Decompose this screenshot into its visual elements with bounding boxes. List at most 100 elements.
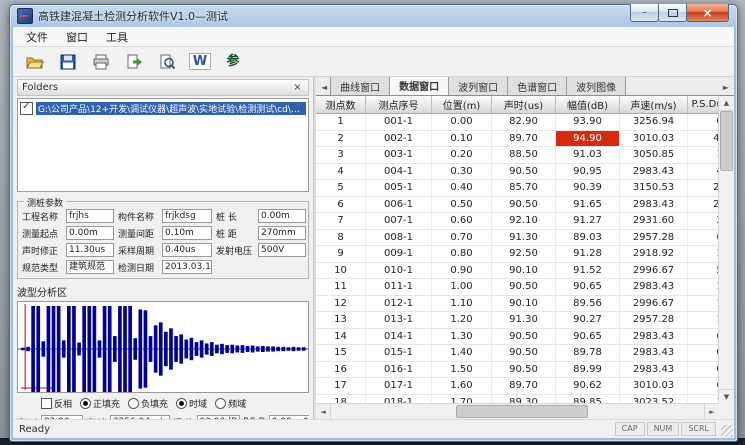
table-cell[interactable]: 011-1	[366, 279, 432, 295]
table-cell[interactable]: 015-1	[366, 345, 432, 361]
tab-1[interactable]: 曲线窗口	[330, 77, 390, 95]
param-value[interactable]: 270mm	[258, 226, 306, 240]
table-row[interactable]: 3003-10.2088.5091.033050.8514.4	[316, 147, 719, 164]
table-cell[interactable]: 90.50	[492, 279, 556, 295]
table-cell[interactable]: 008-1	[366, 230, 432, 246]
close-button[interactable]: ×	[686, 4, 729, 22]
parameters-button[interactable]: 参	[220, 49, 246, 75]
table-cell[interactable]: 25.6	[688, 213, 719, 229]
tab-2[interactable]: 数据窗口	[389, 77, 449, 95]
table-cell[interactable]: 0.70	[432, 230, 492, 246]
column-header[interactable]: 测点序号	[366, 96, 432, 113]
display-control-时域[interactable]: 时域	[176, 397, 207, 410]
table-row[interactable]: 8008-10.7091.3089.032957.286.40	[316, 230, 719, 247]
table-row[interactable]: 16016-11.5090.5089.992983.430.00	[316, 362, 719, 379]
export-button[interactable]	[121, 49, 147, 75]
table-cell[interactable]: 0.60	[432, 213, 492, 229]
table-cell[interactable]: 89.70	[492, 378, 556, 394]
table-cell[interactable]: 6.40	[688, 329, 719, 345]
table-cell[interactable]: 89.56	[556, 296, 620, 312]
panel-close-icon[interactable]: ×	[291, 82, 304, 93]
tree-item-path[interactable]: G:\公司产品\12+开发\调试仪器\超声波\实地试验\检测测试\cd\003\…	[36, 102, 306, 115]
table-cell[interactable]: 2957.28	[620, 230, 688, 246]
table-cell[interactable]: 0.40	[432, 180, 492, 196]
tab-scroll-right-icon[interactable]: ►	[720, 83, 732, 95]
radio-indicator[interactable]	[176, 398, 187, 409]
table-cell[interactable]: 1	[316, 114, 366, 130]
table-cell[interactable]: 3010.03	[620, 131, 688, 147]
table-cell[interactable]: 9	[316, 246, 366, 262]
param-value[interactable]: 0.00m	[66, 226, 114, 240]
table-cell[interactable]: 89.03	[556, 230, 620, 246]
display-control-正填充[interactable]: 正填充	[80, 397, 120, 410]
table-row[interactable]: 15015-11.4090.5089.782983.430.00	[316, 345, 719, 362]
table-cell[interactable]: 85.70	[492, 180, 556, 196]
table-cell[interactable]: 462.4	[688, 131, 719, 147]
table-cell[interactable]: 6.40	[688, 230, 719, 246]
table-cell[interactable]: 91.30	[492, 230, 556, 246]
preview-button[interactable]	[154, 49, 180, 75]
table-cell[interactable]: 1.60	[432, 378, 492, 394]
table-cell[interactable]: 89.78	[556, 345, 620, 361]
table-cell[interactable]: 2996.67	[620, 263, 688, 279]
table-cell[interactable]: 17	[316, 378, 366, 394]
param-value[interactable]: 11.30us	[66, 243, 114, 257]
scroll-right-icon[interactable]: ►	[704, 404, 719, 419]
param-value[interactable]: 0.10m	[162, 226, 212, 240]
param-value[interactable]: frjkdsg	[162, 209, 212, 223]
param-value[interactable]: 2013.03.13	[162, 260, 212, 274]
table-cell[interactable]: 007-1	[366, 213, 432, 229]
display-control-反相[interactable]: 反相	[41, 397, 72, 410]
table-cell[interactable]: 90.50	[492, 362, 556, 378]
column-header[interactable]: 测点数	[316, 96, 366, 113]
table-cell[interactable]: 90.65	[556, 279, 620, 295]
table-cell[interactable]: 230.4	[688, 180, 719, 196]
column-header[interactable]: 声时(us)	[492, 96, 556, 113]
table-cell[interactable]: 1.30	[432, 329, 492, 345]
minimize-button[interactable]: –	[630, 4, 659, 22]
radio-indicator[interactable]	[128, 398, 139, 409]
table-row[interactable]: 7007-10.6092.1091.272931.6025.6	[316, 213, 719, 230]
table-row[interactable]: 4004-10.3090.5090.952983.4340.0	[316, 164, 719, 181]
table-cell[interactable]: 90.62	[556, 378, 620, 394]
table-cell[interactable]: 2983.43	[620, 362, 688, 378]
table-cell[interactable]: 13	[316, 312, 366, 328]
table-cell[interactable]: 10	[316, 263, 366, 279]
table-cell[interactable]: 2983.43	[620, 197, 688, 213]
table-cell[interactable]: 14.4	[688, 246, 719, 262]
table-cell[interactable]: 2983.43	[620, 164, 688, 180]
table-cell[interactable]: 0.00	[688, 362, 719, 378]
table-row[interactable]: 12012-11.1090.1089.562996.671.60	[316, 296, 719, 313]
table-cell[interactable]: 6.40	[688, 378, 719, 394]
table-cell[interactable]: 16	[316, 362, 366, 378]
table-cell[interactable]: 90.65	[556, 329, 620, 345]
table-cell[interactable]: 2918.92	[620, 246, 688, 262]
table-cell[interactable]: 013-1	[366, 312, 432, 328]
table-cell[interactable]: 1.60	[688, 279, 719, 295]
menu-file[interactable]: 文件	[17, 27, 57, 47]
table-cell[interactable]: 14	[316, 329, 366, 345]
table-cell[interactable]: 89.99	[556, 362, 620, 378]
param-value[interactable]: 建筑规范	[66, 260, 114, 274]
column-header[interactable]: 声速(m/s)	[620, 96, 688, 113]
vertical-scroll-thumb[interactable]	[720, 111, 733, 171]
table-cell[interactable]: 12	[316, 296, 366, 312]
table-cell[interactable]: 91.28	[556, 246, 620, 262]
table-cell[interactable]: 0.00	[688, 114, 719, 130]
table-cell[interactable]: 90.50	[492, 164, 556, 180]
horizontal-scroll-thumb[interactable]	[456, 405, 588, 418]
param-value[interactable]: 0.00m	[258, 209, 306, 223]
table-cell[interactable]: 2957.28	[620, 312, 688, 328]
table-cell[interactable]: 005-1	[366, 180, 432, 196]
scroll-down-icon[interactable]: ▼	[719, 389, 734, 404]
table-cell[interactable]: 1.50	[432, 362, 492, 378]
table-cell[interactable]: 0.00	[688, 345, 719, 361]
table-cell[interactable]: 010-1	[366, 263, 432, 279]
table-cell[interactable]: 4	[316, 164, 366, 180]
table-cell[interactable]: 91.65	[556, 197, 620, 213]
table-cell[interactable]: 1.60	[688, 296, 719, 312]
table-row[interactable]: 11011-11.0090.5090.652983.431.60	[316, 279, 719, 296]
table-cell[interactable]: 2983.43	[620, 345, 688, 361]
table-row[interactable]: 14014-11.3090.5090.652983.436.40	[316, 329, 719, 346]
table-cell[interactable]: 3150.53	[620, 180, 688, 196]
